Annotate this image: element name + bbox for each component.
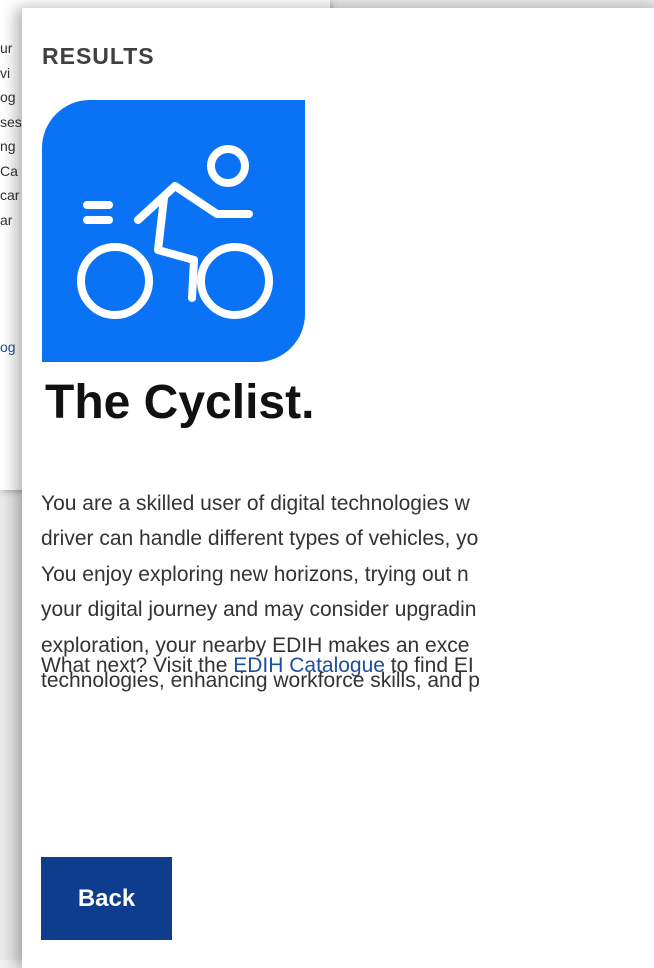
description-line: You are a skilled user of digital techno…: [41, 492, 470, 515]
background-text: ur vi og ses ng Ca car ar: [0, 36, 22, 232]
background-text-line: Ca: [0, 162, 18, 179]
background-text-line: ng: [0, 138, 16, 154]
profile-title: The Cyclist.: [45, 376, 315, 429]
profile-icon-tile: [42, 100, 305, 362]
description-line: You enjoy exploring new horizons, trying…: [41, 562, 469, 586]
background-text-line: ses: [0, 113, 22, 130]
cyclist-icon: [77, 145, 273, 319]
background-text-line: og: [0, 89, 16, 105]
background-text-line: ar: [0, 211, 13, 228]
next-steps-suffix: to find EI: [384, 654, 474, 677]
back-button[interactable]: Back: [41, 857, 172, 940]
background-text-line: ur: [0, 40, 13, 56]
next-steps-text: What next? Visit the EDIH Catalogue to f…: [41, 654, 474, 678]
description-line: your digital journey and may consider up…: [41, 598, 477, 622]
background-text-line: vi: [0, 64, 11, 81]
edih-catalogue-link[interactable]: EDIH Catalogue: [233, 654, 385, 677]
description-line: driver can handle different types of veh…: [41, 527, 479, 551]
next-steps-prefix: What next? Visit the: [41, 654, 234, 677]
background-text-line: car: [0, 187, 20, 203]
results-heading: RESULTS: [42, 43, 155, 69]
results-panel: RESULTS The Cyclist. You are a skilled u…: [22, 8, 654, 968]
background-link[interactable]: og: [0, 339, 16, 355]
